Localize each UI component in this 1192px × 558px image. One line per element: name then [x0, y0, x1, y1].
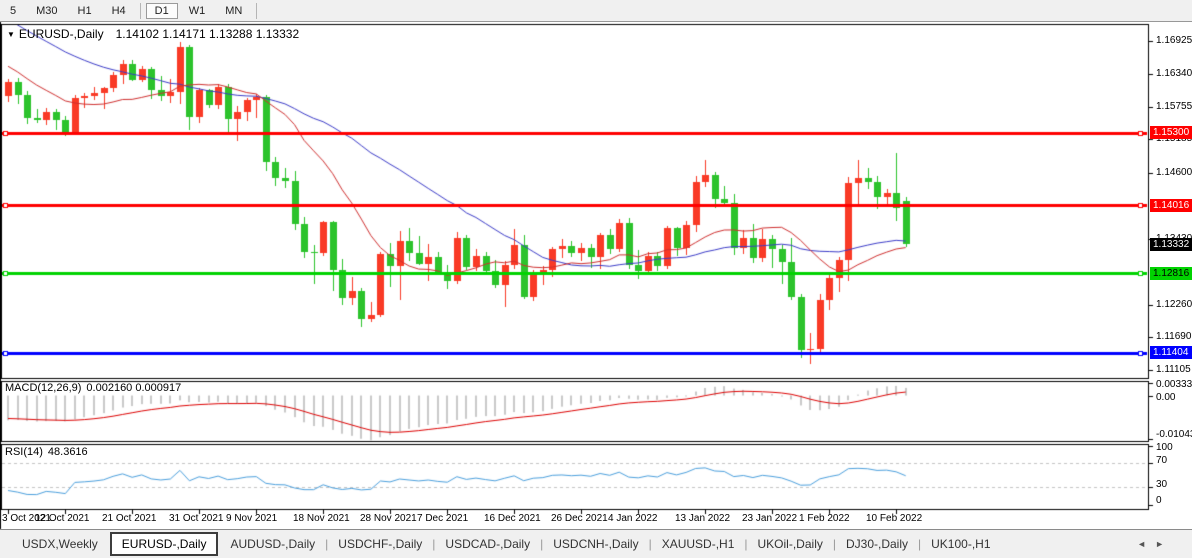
macd-axis-label: 0.003331: [1156, 379, 1192, 390]
chart-symbol-label: EURUSD-,Daily: [19, 27, 104, 41]
tab-uk100-h1[interactable]: UK100-,H1: [921, 533, 1000, 555]
hline-price-badge: 1.15300: [1150, 126, 1192, 139]
date-axis-label: 28 Nov 2021: [360, 513, 417, 524]
hline-price-badge: 1.12816: [1150, 267, 1192, 280]
tab-ukoil-daily[interactable]: UKOil-,Daily: [748, 533, 833, 555]
price-axis-label: 1.14600: [1156, 167, 1192, 178]
date-axis-label: 4 Jan 2022: [608, 513, 658, 524]
timeframe-w1[interactable]: W1: [180, 3, 215, 19]
rsi-name: RSI(14): [5, 446, 43, 458]
rsi-axis-label: 30: [1156, 479, 1167, 490]
timeframe-h1[interactable]: H1: [69, 3, 101, 19]
toolbar-separator: [256, 3, 257, 19]
tab-scroll-right-icon[interactable]: ►: [1155, 539, 1164, 549]
timeframe-toolbar: 5M30H1H4 D1W1MN: [0, 0, 1192, 22]
date-axis-label: 21 Oct 2021: [102, 513, 156, 524]
tab-xauusd-h1[interactable]: XAUUSD-,H1: [652, 533, 745, 555]
date-axis-label: 12 Oct 2021: [35, 513, 89, 524]
price-axis[interactable]: 1.169251.163401.157551.151851.146001.134…: [1149, 0, 1192, 529]
current-price-badge: 1.13332: [1150, 238, 1192, 251]
tab-audusd-daily[interactable]: AUDUSD-,Daily: [220, 533, 325, 555]
date-axis[interactable]: 3 Oct 202112 Oct 202121 Oct 202131 Oct 2…: [0, 510, 1149, 529]
hline-price-badge: 1.11404: [1150, 346, 1192, 359]
date-axis-label: 10 Feb 2022: [866, 513, 922, 524]
date-axis-label: 26 Dec 2021: [551, 513, 608, 524]
date-axis-label: 18 Nov 2021: [293, 513, 350, 524]
tab-usdx-weekly[interactable]: USDX,Weekly: [12, 533, 108, 555]
symbol-tab-bar: USDX,WeeklyEURUSD-,DailyAUDUSD-,Daily|US…: [0, 529, 1192, 558]
price-axis-label: 1.15755: [1156, 101, 1192, 112]
tab-scroll-left-icon[interactable]: ◄: [1137, 539, 1146, 549]
price-axis-label: 1.11105: [1156, 364, 1191, 375]
tab-usdcad-daily[interactable]: USDCAD-,Daily: [435, 533, 540, 555]
chart-ohlc-values: 1.14102 1.14171 1.13288 1.13332: [116, 27, 300, 41]
timeframe-mn[interactable]: MN: [216, 3, 251, 19]
macd-axis-label: -0.010439: [1156, 429, 1192, 440]
hline-price-badge: 1.14016: [1150, 199, 1192, 212]
timeframe-m30[interactable]: M30: [27, 3, 66, 19]
price-axis-label: 1.12260: [1156, 299, 1192, 310]
date-axis-label: 31 Oct 2021: [169, 513, 223, 524]
date-axis-label: 1 Feb 2022: [799, 513, 850, 524]
tab-scroll-arrows: ◄►: [1137, 539, 1192, 549]
tab-dj30-daily[interactable]: DJ30-,Daily: [836, 533, 918, 555]
tab-usdcnh-daily[interactable]: USDCNH-,Daily: [543, 533, 648, 555]
chart-title: ▼ EURUSD-,Daily 1.14102 1.14171 1.13288 1.…: [7, 27, 299, 41]
price-axis-label: 1.16925: [1156, 35, 1192, 46]
date-axis-label: 23 Jan 2022: [742, 513, 797, 524]
timeframe-5[interactable]: 5: [1, 3, 25, 19]
symbol-marker-icon: ▼: [7, 30, 15, 39]
date-axis-label: 9 Nov 2021: [226, 513, 277, 524]
rsi-axis-label: 70: [1156, 455, 1167, 466]
price-chart-canvas[interactable]: [0, 0, 1192, 558]
rsi-indicator-label: RSI(14) 48.3616: [5, 446, 88, 458]
rsi-axis-label: 0: [1156, 495, 1162, 506]
macd-axis-label: 0.00: [1156, 392, 1175, 403]
timeframe-d1[interactable]: D1: [146, 3, 178, 19]
macd-values: 0.002160 0.000917: [86, 382, 181, 394]
price-axis-label: 1.16340: [1156, 68, 1192, 79]
date-axis-label: 13 Jan 2022: [675, 513, 730, 524]
date-axis-label: 7 Dec 2021: [417, 513, 468, 524]
rsi-axis-label: 100: [1156, 442, 1173, 453]
toolbar-separator: [140, 3, 141, 19]
macd-indicator-label: MACD(12,26,9) 0.002160 0.000917: [5, 382, 181, 394]
macd-name: MACD(12,26,9): [5, 382, 81, 394]
rsi-value: 48.3616: [48, 446, 88, 458]
tab-eurusd-daily[interactable]: EURUSD-,Daily: [110, 532, 219, 556]
date-axis-label: 16 Dec 2021: [484, 513, 541, 524]
tab-usdchf-daily[interactable]: USDCHF-,Daily: [328, 533, 432, 555]
price-axis-label: 1.11690: [1156, 331, 1191, 342]
timeframe-h4[interactable]: H4: [103, 3, 135, 19]
